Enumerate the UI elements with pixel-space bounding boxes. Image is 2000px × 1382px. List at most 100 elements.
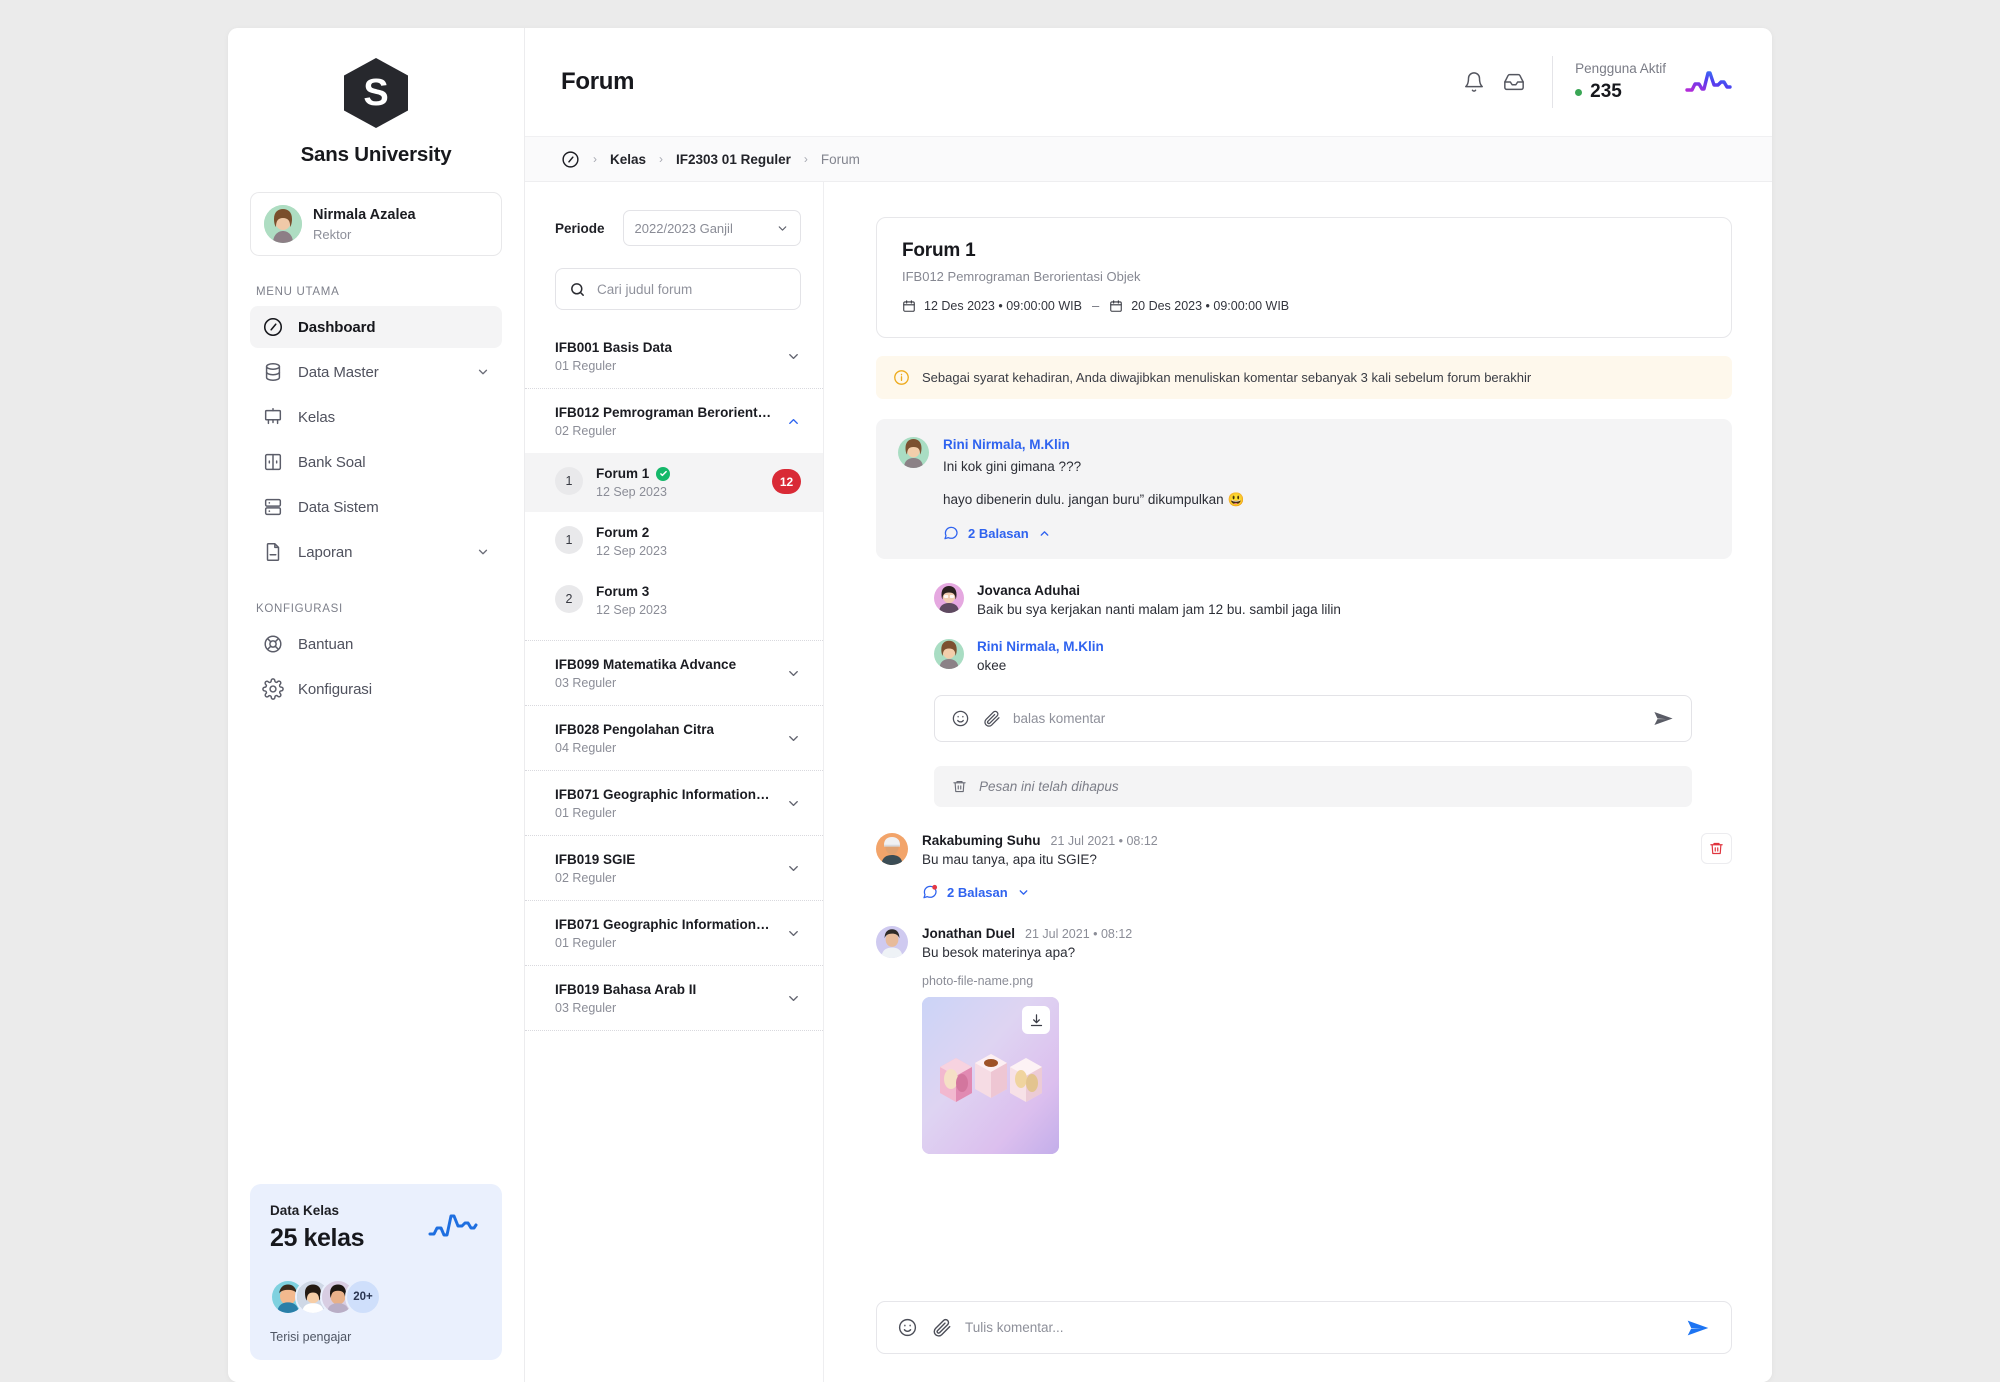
avatar-image xyxy=(934,583,964,614)
brand: S Sans University xyxy=(228,28,524,167)
brand-name: Sans University xyxy=(300,143,452,166)
forum-title: Forum 2 xyxy=(596,525,650,540)
avatar xyxy=(934,583,964,614)
course-item[interactable]: IFB099 Matematika Advance 03 Reguler xyxy=(525,641,823,706)
forum-end-date-text: 20 Des 2023 • 09:00:00 WIB xyxy=(1131,298,1290,313)
main-composer-wrap xyxy=(824,1283,1772,1382)
reply-composer[interactable] xyxy=(934,695,1692,743)
sidebar-label-kelas: Kelas xyxy=(298,408,336,426)
reply-input[interactable] xyxy=(1013,711,1640,727)
forum-list-item[interactable]: 1 Forum 1 12 Sep 2023 12 xyxy=(525,453,823,512)
course-title: IFB071 Geographic Information Sys... xyxy=(555,917,773,932)
chevron-down-icon[interactable] xyxy=(476,365,490,379)
sidebar-item-konfigurasi[interactable]: Konfigurasi xyxy=(250,668,502,710)
paperclip-icon[interactable] xyxy=(982,709,1001,728)
comment-input[interactable] xyxy=(965,1320,1672,1335)
comment-timestamp: 21 Jul 2021 • 08:12 xyxy=(1050,834,1158,849)
chevron-down-icon[interactable] xyxy=(786,349,801,364)
inbox-icon[interactable] xyxy=(1494,62,1534,102)
smiley-icon[interactable] xyxy=(951,709,970,728)
forum-title-row: Forum 2 xyxy=(596,525,667,540)
comment-head: Rakabuming Suhu 21 Jul 2021 • 08:12 xyxy=(922,833,1687,848)
menu-section-config: KONFIGURASI xyxy=(256,603,343,615)
delete-comment-button[interactable] xyxy=(1701,833,1732,865)
post-line-2: hayo dibenerin dulu. jangan buru” dikump… xyxy=(943,492,1245,508)
comment-icon xyxy=(943,525,959,541)
download-icon[interactable] xyxy=(1022,1006,1050,1035)
active-users-widget: Pengguna Aktif 235 xyxy=(1575,61,1738,104)
comment-replies-toggle[interactable]: 2 Balasan xyxy=(922,884,1687,900)
course-item[interactable]: IFB012 Pemrograman Berorientasi... 02 Re… xyxy=(525,389,823,453)
reply-author[interactable]: Rini Nirmala, M.Klin xyxy=(977,639,1104,654)
trash-icon xyxy=(952,779,967,794)
course-subtitle: 02 Reguler xyxy=(555,424,617,438)
course-item[interactable]: IFB071 Geographic Information Sys... 01 … xyxy=(525,901,823,966)
sidebar-item-kelas[interactable]: Kelas xyxy=(250,396,502,438)
thread-reply: Jovanca Aduhai Baik bu sya kerjakan nant… xyxy=(876,583,1732,617)
chevron-down-icon[interactable] xyxy=(786,796,801,811)
course-item[interactable]: IFB019 SGIE 02 Reguler xyxy=(525,836,823,901)
sidebar-item-laporan[interactable]: Laporan xyxy=(250,531,502,573)
breadcrumb-item-class[interactable]: IF2303 01 Reguler xyxy=(676,152,791,167)
page-title: Forum xyxy=(561,68,635,95)
send-icon[interactable] xyxy=(1685,1315,1711,1341)
course-item[interactable]: IFB028 Pengolahan Citra 04 Reguler xyxy=(525,706,823,771)
post-replies-toggle[interactable]: 2 Balasan xyxy=(943,525,1710,541)
smiley-icon[interactable] xyxy=(897,1317,918,1338)
bell-icon[interactable] xyxy=(1454,62,1494,102)
course-title: IFB071 Geographic Information Sys... xyxy=(555,787,773,802)
search-icon xyxy=(569,281,586,298)
thread-scroll-area[interactable]: Forum 1 IFB012 Pemrograman Berorientasi … xyxy=(824,182,1772,1283)
course-subtitle: 04 Reguler xyxy=(555,741,617,755)
topbar: Forum Pengguna Aktif 235 xyxy=(525,28,1772,137)
sidebar-label-konfigurasi: Konfigurasi xyxy=(298,680,372,698)
forum-date: 12 Sep 2023 xyxy=(596,485,667,499)
chevron-down-icon[interactable] xyxy=(786,861,801,876)
dashboard-icon[interactable] xyxy=(561,150,580,169)
chevron-down-icon xyxy=(776,222,789,235)
main-menu: Dashboard Data Master Kelas Bank Soal Da… xyxy=(228,306,524,573)
chevron-up-icon[interactable] xyxy=(786,414,801,429)
chevron-down-icon[interactable] xyxy=(786,926,801,941)
periode-select[interactable]: 2022/2023 Ganjil xyxy=(622,210,801,246)
forum-title: Forum 1 xyxy=(596,466,650,481)
breadcrumb-separator: › xyxy=(803,152,808,166)
sidebar-item-bantuan[interactable]: Bantuan xyxy=(250,623,502,665)
sidebar-label-data-sistem: Data Sistem xyxy=(298,498,379,516)
paperclip-icon[interactable] xyxy=(931,1317,952,1338)
forum-list-item[interactable]: 2 Forum 3 12 Sep 2023 xyxy=(525,571,823,630)
avatar-more-count: 20+ xyxy=(345,1279,381,1315)
thread-comment: Rakabuming Suhu 21 Jul 2021 • 08:12 Bu m… xyxy=(876,833,1732,900)
chevron-down-icon[interactable] xyxy=(786,731,801,746)
search-forum-box[interactable] xyxy=(555,268,801,310)
course-item[interactable]: IFB019 Bahasa Arab II 03 Reguler xyxy=(525,966,823,1031)
sidebar-item-data-sistem[interactable]: Data Sistem xyxy=(250,486,502,528)
post-author[interactable]: Rini Nirmala, M.Klin xyxy=(943,437,1710,452)
app-window: S Sans University Nirmala Azalea Rektor … xyxy=(228,28,1772,1382)
forum-index: 1 xyxy=(555,526,583,554)
course-list: IFB001 Basis Data 01 Reguler IFB012 Pemr… xyxy=(525,324,823,1382)
forum-card-course: IFB012 Pemrograman Berorientasi Objek xyxy=(902,269,1141,284)
deleted-message-text: Pesan ini telah dihapus xyxy=(979,779,1119,795)
send-icon[interactable] xyxy=(1652,707,1675,730)
course-item[interactable]: IFB001 Basis Data 01 Reguler xyxy=(525,324,823,389)
course-item[interactable]: IFB071 Geographic Information Sys... 01 … xyxy=(525,771,823,836)
user-card[interactable]: Nirmala Azalea Rektor xyxy=(250,192,502,256)
sidebar-item-data-master[interactable]: Data Master xyxy=(250,351,502,393)
comment-author: Jonathan Duel xyxy=(922,926,1016,942)
sidebar-item-dashboard[interactable]: Dashboard xyxy=(250,306,502,348)
attachment-image[interactable] xyxy=(922,997,1059,1155)
breadcrumb-item-kelas[interactable]: Kelas xyxy=(610,152,646,167)
sidebar-item-bank-soal[interactable]: Bank Soal xyxy=(250,441,502,483)
avatar xyxy=(876,926,908,959)
main-composer[interactable] xyxy=(876,1301,1732,1354)
forum-list-panel: Periode 2022/2023 Ganjil Cari judul foru… xyxy=(525,182,824,1382)
course-title: IFB099 Matematika Advance xyxy=(555,657,737,672)
chevron-down-icon[interactable] xyxy=(786,666,801,681)
forum-list-item[interactable]: 1 Forum 2 12 Sep 2023 xyxy=(525,512,823,571)
chevron-down-icon[interactable] xyxy=(476,545,490,559)
chevron-down-icon[interactable] xyxy=(786,991,801,1006)
data-kelas-card[interactable]: Data Kelas 25 kelas 20+ Terisi pengajar xyxy=(250,1184,502,1360)
comment-body: Rakabuming Suhu 21 Jul 2021 • 08:12 Bu m… xyxy=(922,833,1687,900)
search-input[interactable] xyxy=(597,281,787,297)
